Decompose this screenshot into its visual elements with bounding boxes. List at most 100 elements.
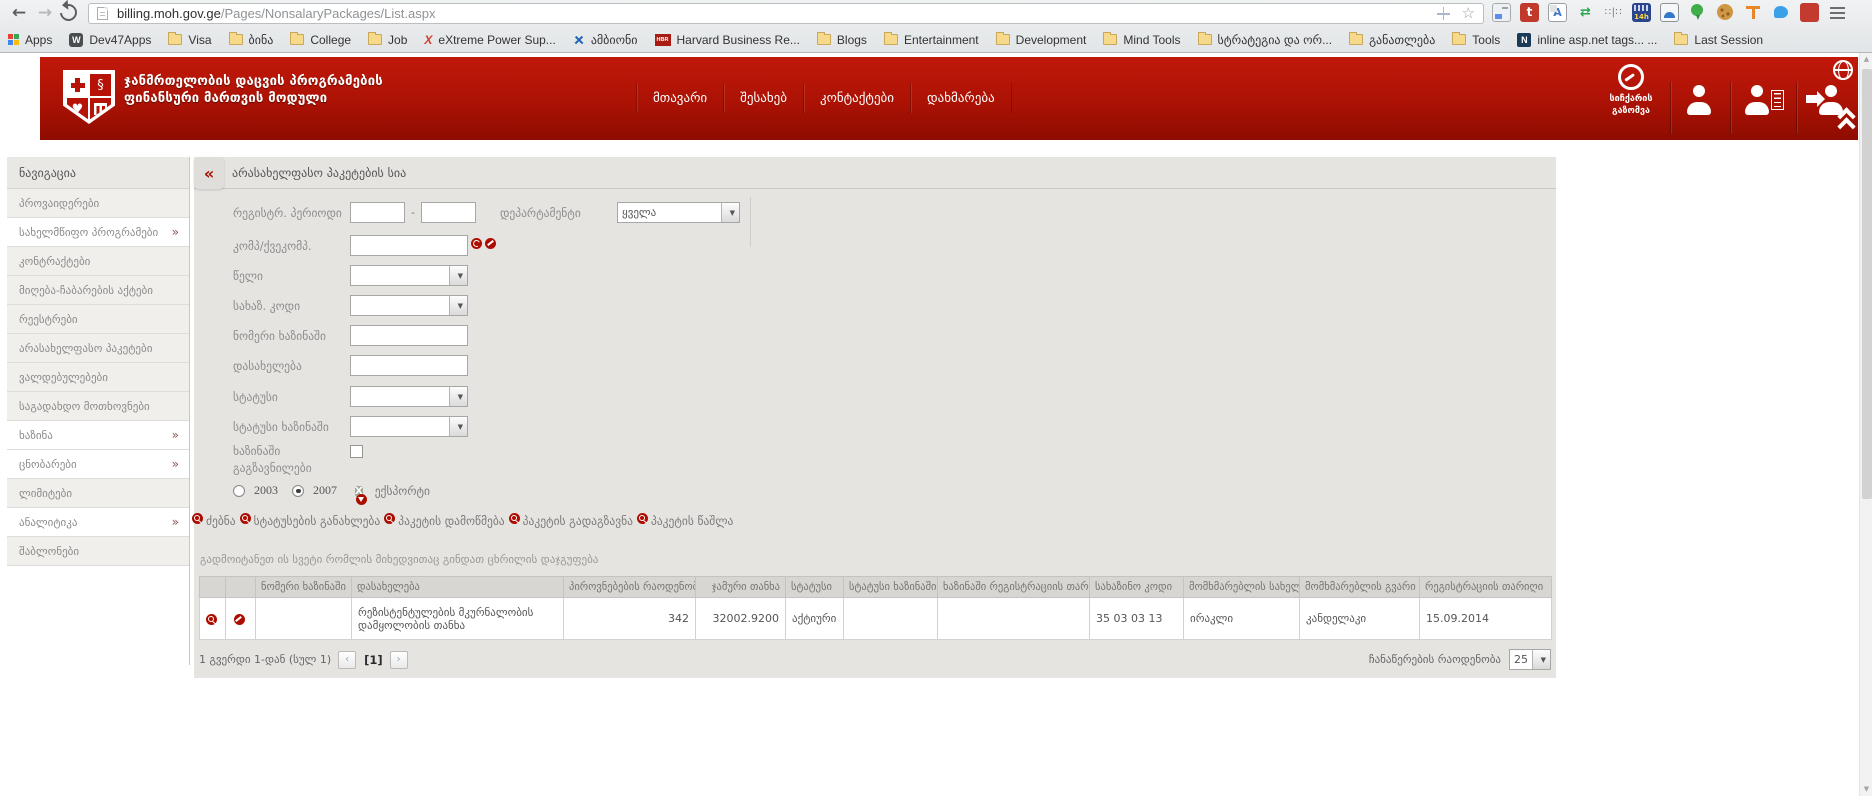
column-header[interactable]: რეგისტრაციის თარიღი bbox=[1420, 577, 1552, 598]
scrollbar-thumb[interactable] bbox=[1862, 69, 1872, 499]
name-input[interactable] bbox=[350, 355, 468, 376]
bookmark-item[interactable]: სტრატეგია და ორ... bbox=[1198, 33, 1333, 47]
sidebar-item-templates[interactable]: შაბლონები bbox=[7, 537, 189, 566]
scroll-up-icon[interactable]: ▲ bbox=[1860, 53, 1872, 66]
speed-test-button[interactable]: სიჩქარის გაზომვა bbox=[1600, 64, 1662, 117]
red-extension-icon[interactable] bbox=[1800, 3, 1819, 22]
bookmark-item[interactable]: ბინა bbox=[229, 33, 274, 47]
records-count-select[interactable]: 25 bbox=[1509, 649, 1551, 670]
url-text[interactable]: billing.moh.gov.ge/Pages/NonsalaryPackag… bbox=[117, 6, 435, 21]
verify-package-button[interactable]: პაკეტის დამოწმება bbox=[391, 514, 504, 528]
drag-icon[interactable] bbox=[1437, 7, 1450, 20]
sidebar-item-treasury[interactable]: ხაზინა bbox=[7, 421, 189, 450]
radio-2003[interactable] bbox=[233, 485, 245, 497]
bookmark-item[interactable]: განათლება bbox=[1349, 33, 1435, 47]
bookmark-star-icon[interactable]: ☆ bbox=[1462, 6, 1475, 21]
page-scrollbar[interactable]: ▲ ▼ bbox=[1859, 53, 1872, 796]
column-header[interactable]: სახაზინო კოდი bbox=[1090, 577, 1184, 598]
number-in-treasury-input[interactable] bbox=[350, 325, 468, 346]
sidebar-item-registers[interactable]: რეესტრები bbox=[7, 305, 189, 334]
bookmark-item[interactable]: Last Session bbox=[1674, 33, 1763, 47]
excel-export-button[interactable] bbox=[355, 479, 363, 502]
user-list-icon[interactable] bbox=[1742, 85, 1784, 115]
scroll-down-icon[interactable]: ▼ bbox=[1860, 783, 1872, 796]
sidebar-item-limits[interactable]: ლიმიტები bbox=[7, 479, 189, 508]
sidebar-item-providers[interactable]: პროვაიდერები bbox=[7, 189, 189, 218]
bookmark-item[interactable]: Mind Tools bbox=[1103, 33, 1180, 47]
next-page-button[interactable]: › bbox=[390, 651, 408, 669]
sent-to-treasury-checkbox[interactable] bbox=[350, 445, 363, 458]
reload-button[interactable] bbox=[57, 1, 81, 25]
nav-item-help[interactable]: დახმარება bbox=[910, 83, 1012, 113]
status-in-treasury-select[interactable] bbox=[350, 416, 468, 437]
comp-input[interactable] bbox=[350, 235, 468, 256]
search-button[interactable]: ძებნა bbox=[199, 514, 236, 528]
map-pin-icon[interactable] bbox=[1688, 3, 1707, 22]
sidebar-item-payment-requests[interactable]: საგადახდო მოთხოვნები bbox=[7, 392, 189, 421]
bookmark-item[interactable]: ამბიონი bbox=[573, 33, 638, 47]
window-icon[interactable] bbox=[1492, 3, 1511, 22]
header-divider bbox=[1670, 82, 1671, 134]
cookie-icon[interactable] bbox=[1716, 3, 1735, 22]
status-select[interactable] bbox=[350, 386, 468, 407]
column-header[interactable]: სტატუსი ხაზინაში bbox=[844, 577, 938, 598]
bookmark-item[interactable]: Blogs bbox=[817, 33, 867, 47]
user-icon[interactable] bbox=[1684, 85, 1714, 115]
sidebar-item-references[interactable]: ცნობარები bbox=[7, 450, 189, 479]
back-button[interactable]: ← bbox=[6, 1, 32, 25]
refresh-statuses-button[interactable]: სტატუსების განახლება bbox=[247, 514, 381, 528]
tumblr-icon[interactable] bbox=[1520, 3, 1539, 22]
nav-item-home[interactable]: მთავარი bbox=[636, 83, 723, 113]
column-header[interactable]: მომხმარებლის სახელი bbox=[1184, 577, 1300, 598]
ruler-icon[interactable] bbox=[1744, 3, 1763, 22]
bookmark-item[interactable]: College bbox=[290, 33, 351, 47]
calendar-14h-icon[interactable]: 14h bbox=[1632, 3, 1651, 22]
radio-2007[interactable] bbox=[292, 485, 304, 497]
packages-table: ნომერი ხაზინაში დასახელება პიროვნებების … bbox=[199, 576, 1551, 640]
column-header[interactable]: ჯამური თანხა bbox=[696, 577, 786, 598]
bird-icon[interactable] bbox=[1772, 3, 1791, 22]
bookmark-item[interactable]: Harvard Business Re... bbox=[655, 33, 800, 47]
bookmark-item[interactable]: eXtreme Power Sup... bbox=[424, 33, 555, 47]
reg-period-from-input[interactable] bbox=[350, 202, 405, 223]
column-header[interactable]: ნომერი ხაზინაში bbox=[256, 577, 352, 598]
forward-button[interactable]: → bbox=[32, 1, 58, 25]
column-header[interactable]: სტატუსი bbox=[786, 577, 844, 598]
bookmark-item[interactable]: Job bbox=[368, 33, 407, 47]
nav-item-about[interactable]: შესახებ bbox=[723, 83, 803, 113]
menu-icon[interactable] bbox=[1828, 3, 1847, 22]
year-select[interactable] bbox=[350, 265, 468, 286]
prev-page-button[interactable]: ‹ bbox=[338, 651, 356, 669]
nav-item-contacts[interactable]: კონტაქტები bbox=[803, 83, 910, 113]
bookmark-item[interactable]: Apps bbox=[8, 33, 52, 47]
sidebar-collapse-button[interactable] bbox=[194, 157, 224, 189]
column-header[interactable]: მომხმარებლის გვარი bbox=[1300, 577, 1420, 598]
bookmark-item[interactable]: Visa bbox=[168, 33, 211, 47]
bookmark-item[interactable]: Entertainment bbox=[884, 33, 979, 47]
bookmark-item[interactable]: inline asp.net tags... ... bbox=[1517, 33, 1657, 47]
reg-period-to-input[interactable] bbox=[421, 202, 476, 223]
bookmark-item[interactable]: Development bbox=[996, 33, 1087, 47]
sidebar-item-analytics[interactable]: ანალიტიკა bbox=[7, 508, 189, 537]
treasury-code-select[interactable] bbox=[350, 295, 468, 316]
sidebar-item-obligations[interactable]: ვალდებულებები bbox=[7, 363, 189, 392]
column-header[interactable]: ხაზინაში რეგისტრაციის თარიღი bbox=[938, 577, 1090, 598]
bookmark-item[interactable]: Tools bbox=[1452, 33, 1500, 47]
column-header[interactable]: პიროვნებების რაოდენობა bbox=[564, 577, 696, 598]
sidebar-item-state-programs[interactable]: სახელმწიფო პროგრამები bbox=[7, 218, 189, 247]
translate-icon[interactable] bbox=[1548, 3, 1567, 22]
tab-grid-icon[interactable] bbox=[1604, 3, 1623, 22]
department-select[interactable]: ყველა bbox=[617, 202, 740, 223]
sidebar-item-acceptance-acts[interactable]: მიღება-ჩაბარების აქტები bbox=[7, 276, 189, 305]
bookmark-item[interactable]: Dev47Apps bbox=[69, 33, 151, 47]
resize-arrows-icon[interactable] bbox=[1576, 3, 1595, 22]
url-bar[interactable]: billing.moh.gov.ge/Pages/NonsalaryPackag… bbox=[88, 3, 1484, 24]
delete-package-button[interactable]: პაკეტის წაშლა bbox=[644, 514, 733, 528]
column-header[interactable]: დასახელება bbox=[352, 577, 564, 598]
collapse-header-icon[interactable] bbox=[1837, 109, 1859, 135]
globe-icon[interactable] bbox=[1833, 60, 1853, 80]
forward-package-button[interactable]: პაკეტის გადაგზავნა bbox=[516, 514, 633, 528]
sidebar-item-contracts[interactable]: კონტრაქტები bbox=[7, 247, 189, 276]
sidebar-item-nonsalary-packages[interactable]: არასახელფასო პაკეტები bbox=[7, 334, 189, 363]
speedtest-icon[interactable] bbox=[1660, 3, 1679, 22]
